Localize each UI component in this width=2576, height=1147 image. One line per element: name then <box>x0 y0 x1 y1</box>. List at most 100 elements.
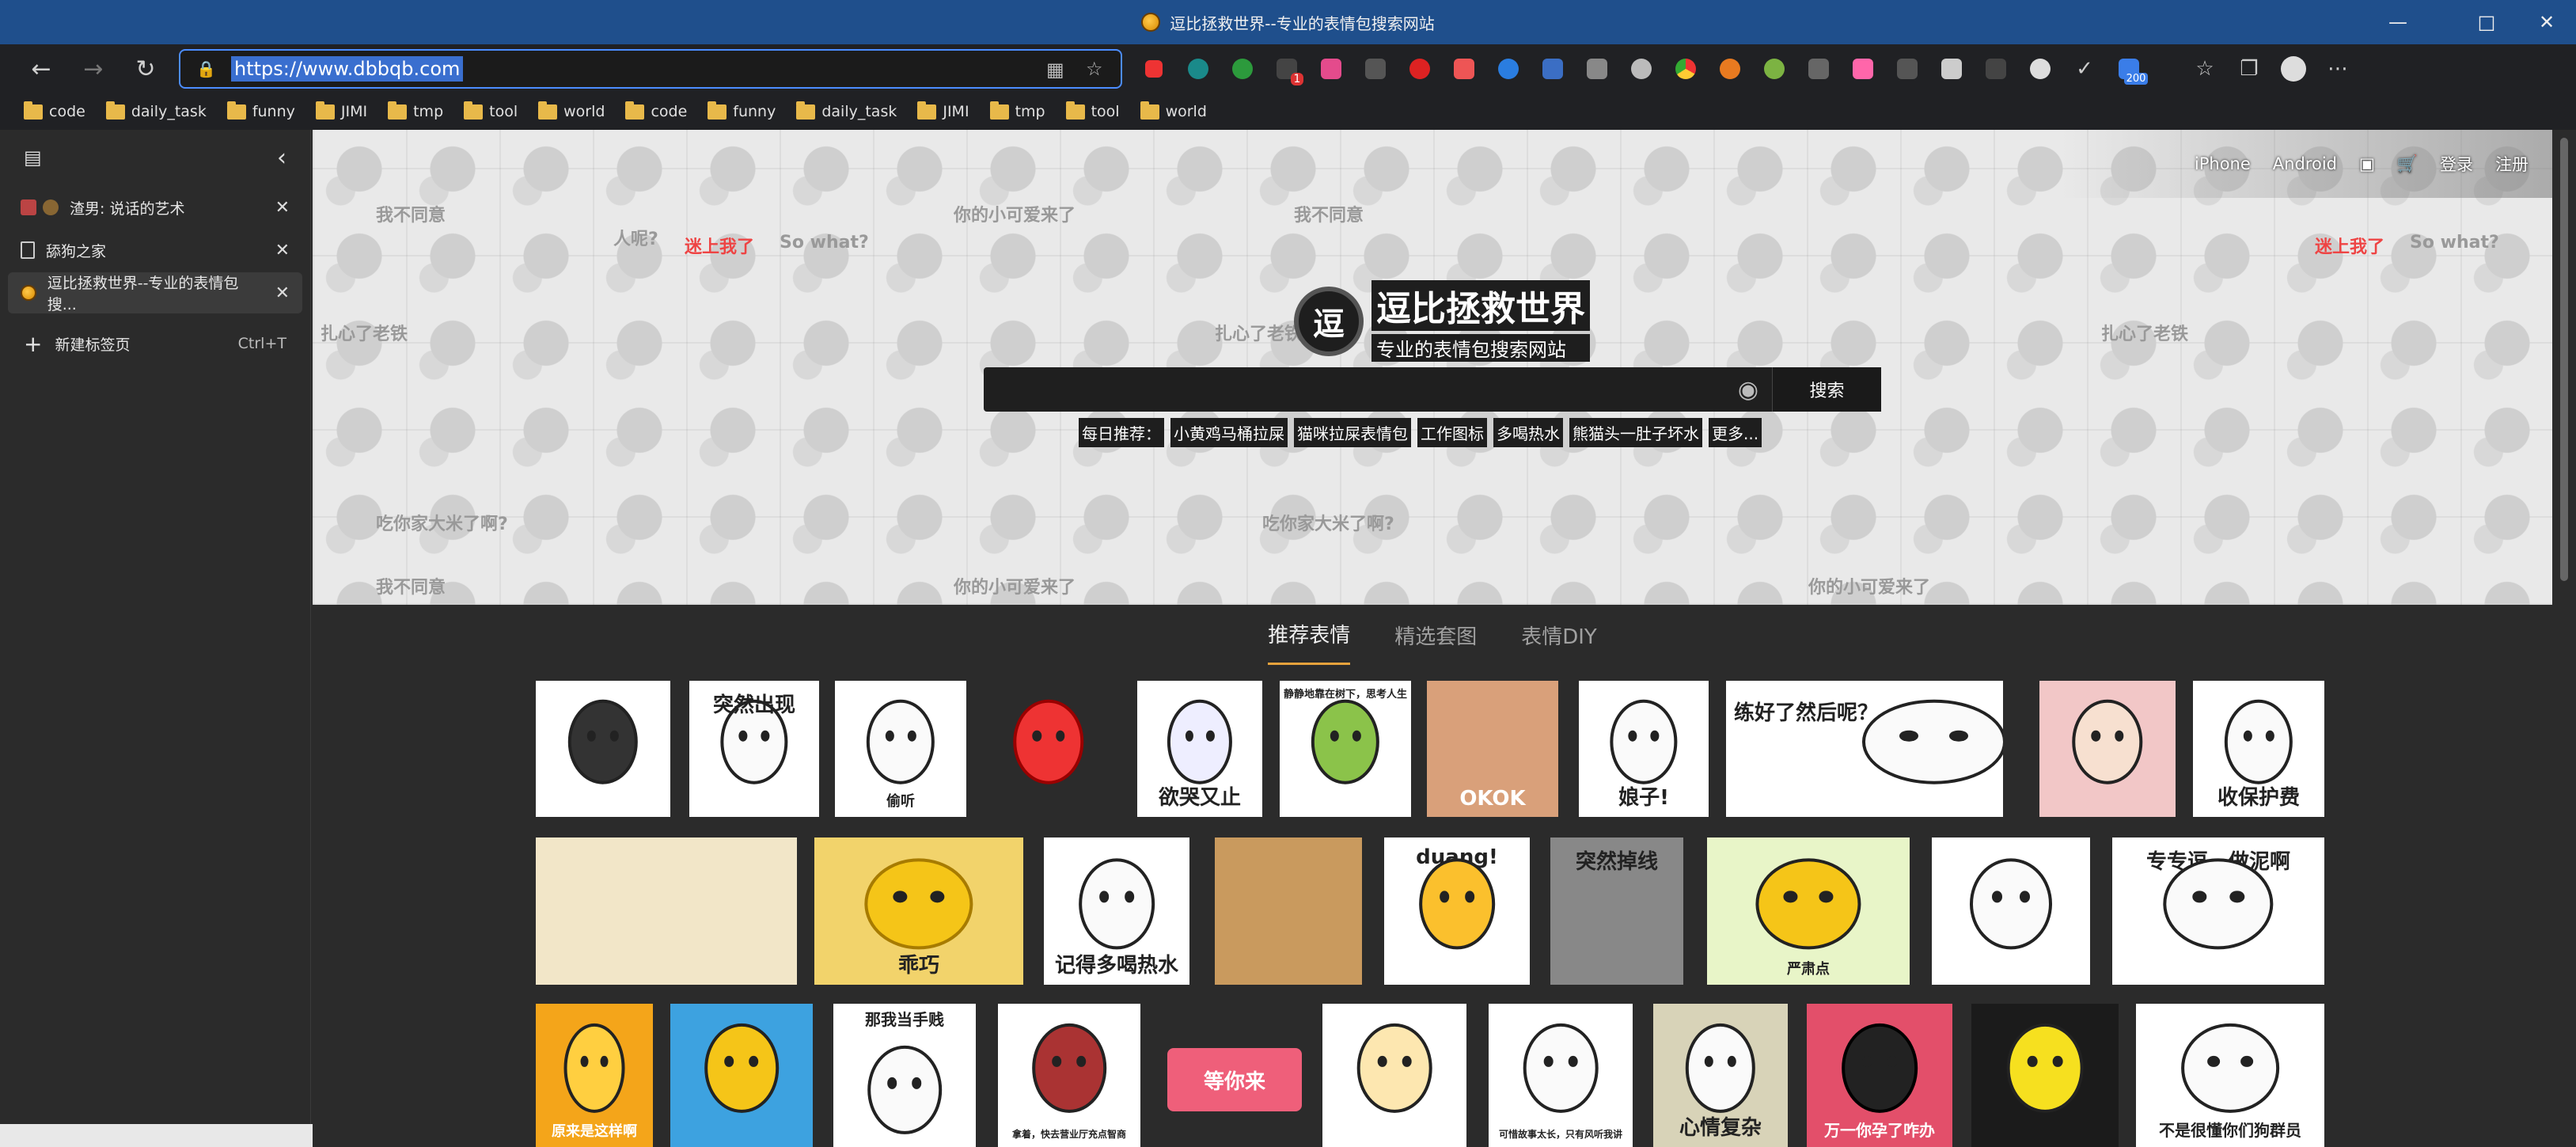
meme-thumbnail[interactable] <box>1971 1004 2119 1147</box>
camera-search-icon[interactable]: ◉ <box>1724 376 1772 404</box>
extension-gray-icon[interactable] <box>1796 49 1841 89</box>
extension-swirl-icon[interactable] <box>2018 49 2062 89</box>
more-link[interactable]: 更多... <box>1709 418 1762 447</box>
daily-item-link[interactable]: 小黄鸡马桶拉屎 <box>1170 418 1288 447</box>
meme-thumbnail[interactable]: 乖巧 <box>814 837 1023 985</box>
meme-thumbnail[interactable] <box>536 837 797 985</box>
favorites-icon[interactable]: ☆ <box>2183 49 2227 89</box>
search-input[interactable] <box>984 367 1724 412</box>
extension-shield2-icon[interactable] <box>1885 49 1929 89</box>
meme-thumbnail[interactable]: 记得多喝热水 <box>1044 837 1189 985</box>
bookmark-folder[interactable]: tool <box>464 101 518 120</box>
daily-item-link[interactable]: 熊猫头一肚子坏水 <box>1569 418 1702 447</box>
nav-iphone-link[interactable]: iPhone <box>2195 154 2251 173</box>
extension-box-icon[interactable] <box>1929 49 1974 89</box>
tab-actions-icon[interactable]: ▤ <box>24 146 42 169</box>
more-menu-icon[interactable]: ⋯ <box>2316 49 2360 89</box>
meme-thumbnail[interactable] <box>2039 681 2176 817</box>
tab-item-active[interactable]: 逗比拯救世界--专业的表情包搜... ✕ <box>8 272 302 313</box>
meme-thumbnail[interactable]: OKOK <box>1427 681 1558 817</box>
scrollbar-thumb[interactable] <box>2560 138 2568 581</box>
meme-thumbnail[interactable] <box>670 1004 813 1147</box>
collapse-panel-icon[interactable]: ‹ <box>277 144 286 172</box>
bookmark-folder[interactable]: daily_task <box>796 101 897 120</box>
extension-badge-icon[interactable]: 1 <box>1265 49 1309 89</box>
tab-featured-sets[interactable]: 精选套图 <box>1394 605 1477 665</box>
meme-thumbnail[interactable]: 娘子! <box>1579 681 1709 817</box>
meme-thumbnail[interactable]: 静静地靠在树下，思考人生 <box>1280 681 1411 817</box>
meme-thumbnail[interactable]: 专专逗，做泥啊 <box>2112 837 2324 985</box>
meme-thumbnail[interactable]: duang! <box>1384 837 1530 985</box>
extension-image-icon[interactable] <box>1974 49 2018 89</box>
extension-m-icon[interactable] <box>1398 49 1442 89</box>
meme-thumbnail[interactable]: 突然出现 <box>689 681 819 817</box>
extension-dark-icon[interactable] <box>1353 49 1398 89</box>
address-bar[interactable]: 🔒 https://www.dbbqb.com ▦ ☆ <box>179 49 1122 89</box>
nav-android-link[interactable]: Android <box>2273 154 2337 173</box>
meme-thumbnail[interactable] <box>1215 837 1362 985</box>
meme-thumbnail[interactable]: 万一你孕了咋办 <box>1807 1004 1952 1147</box>
extension-chrome-icon[interactable] <box>1664 49 1708 89</box>
extension-arrow-icon[interactable] <box>1619 49 1664 89</box>
extension-lime-icon[interactable] <box>1752 49 1796 89</box>
bookmark-folder[interactable]: JIMI <box>917 101 969 120</box>
bookmark-folder[interactable]: world <box>538 101 605 120</box>
add-favorite-icon[interactable]: ☆ <box>1086 58 1103 80</box>
forward-icon[interactable]: → <box>71 49 116 89</box>
new-tab-button[interactable]: + 新建标签页 Ctrl+T <box>8 320 302 367</box>
meme-thumbnail[interactable]: 别被我逮住嗷 <box>536 681 670 817</box>
meme-thumbnail[interactable]: 心情复杂 <box>1653 1004 1788 1147</box>
meme-thumbnail[interactable]: 那我当手贱 <box>833 1004 976 1147</box>
cart-icon[interactable]: 🛒 <box>2397 154 2418 174</box>
meme-thumbnail[interactable]: 欲哭又止 <box>1137 681 1262 817</box>
extension-orange-icon[interactable] <box>1708 49 1752 89</box>
close-window-button[interactable]: ✕ <box>2511 0 2576 44</box>
gift-icon[interactable]: ▣ <box>2359 154 2375 173</box>
bookmark-folder[interactable]: tmp <box>989 101 1045 120</box>
search-button[interactable]: 搜索 <box>1772 367 1881 412</box>
qr-code-icon[interactable]: ▦ <box>1046 59 1064 81</box>
meme-thumbnail[interactable]: 收保护费 <box>2193 681 2324 817</box>
tab-diy[interactable]: 表情DIY <box>1521 605 1597 665</box>
meme-thumbnail[interactable]: 不是很懂你们狗群员 <box>2136 1004 2324 1147</box>
bookmark-folder[interactable]: world <box>1140 101 1207 120</box>
address-url[interactable]: https://www.dbbqb.com <box>231 56 464 82</box>
collections-icon[interactable]: ❐ <box>2227 49 2271 89</box>
back-icon[interactable]: ← <box>19 49 63 89</box>
tab-recommended[interactable]: 推荐表情 <box>1268 605 1351 665</box>
meme-thumbnail[interactable]: 严肃点 <box>1707 837 1910 985</box>
page-scrollbar[interactable] <box>2553 130 2576 1147</box>
meme-thumbnail[interactable]: 偷听 <box>835 681 966 817</box>
extension-pink-icon[interactable] <box>1309 49 1353 89</box>
meme-thumbnail[interactable] <box>981 681 1117 817</box>
tab-item[interactable]: 渣男: 说话的艺术 ✕ <box>8 187 302 228</box>
extension-red-icon[interactable] <box>1442 49 1486 89</box>
extension-teal-icon[interactable] <box>1176 49 1220 89</box>
bookmark-folder[interactable]: JIMI <box>315 101 367 120</box>
daily-item-link[interactable]: 猫咪拉屎表情包 <box>1294 418 1411 447</box>
refresh-icon[interactable]: ↻ <box>123 49 168 89</box>
profile-avatar[interactable] <box>2271 49 2316 89</box>
bookmark-folder[interactable]: funny <box>226 101 295 120</box>
bookmark-folder[interactable]: tmp <box>388 101 443 120</box>
extension-cat-icon[interactable] <box>1841 49 1885 89</box>
close-tab-icon[interactable]: ✕ <box>275 198 290 218</box>
close-tab-icon[interactable]: ✕ <box>275 283 290 303</box>
bookmark-folder[interactable]: tool <box>1065 101 1120 120</box>
extension-green-t-icon[interactable] <box>1220 49 1265 89</box>
extension-blue-drop-icon[interactable] <box>1486 49 1531 89</box>
extension-check-icon[interactable]: ✓ <box>2062 49 2107 89</box>
minimize-button[interactable]: — <box>2362 0 2434 44</box>
meme-thumbnail[interactable]: 可惜故事太长，只有风听我讲 <box>1489 1004 1633 1147</box>
tab-item[interactable]: 舔狗之家 ✕ <box>8 230 302 271</box>
meme-thumbnail[interactable]: 原来是这样啊 <box>536 1004 653 1147</box>
extension-shield-icon[interactable] <box>1575 49 1619 89</box>
meme-thumbnail[interactable] <box>1322 1004 1466 1147</box>
nav-login-link[interactable]: 登录 <box>2440 152 2473 176</box>
site-logo-icon[interactable]: 逗 <box>1294 286 1364 356</box>
close-tab-icon[interactable]: ✕ <box>275 241 290 260</box>
extension-counter-icon[interactable]: 200 <box>2107 49 2151 89</box>
meme-thumbnail[interactable]: 拿着，快去营业厅充点智商 <box>998 1004 1140 1147</box>
meme-thumbnail[interactable] <box>1932 837 2090 985</box>
daily-item-link[interactable]: 多喝热水 <box>1493 418 1563 447</box>
